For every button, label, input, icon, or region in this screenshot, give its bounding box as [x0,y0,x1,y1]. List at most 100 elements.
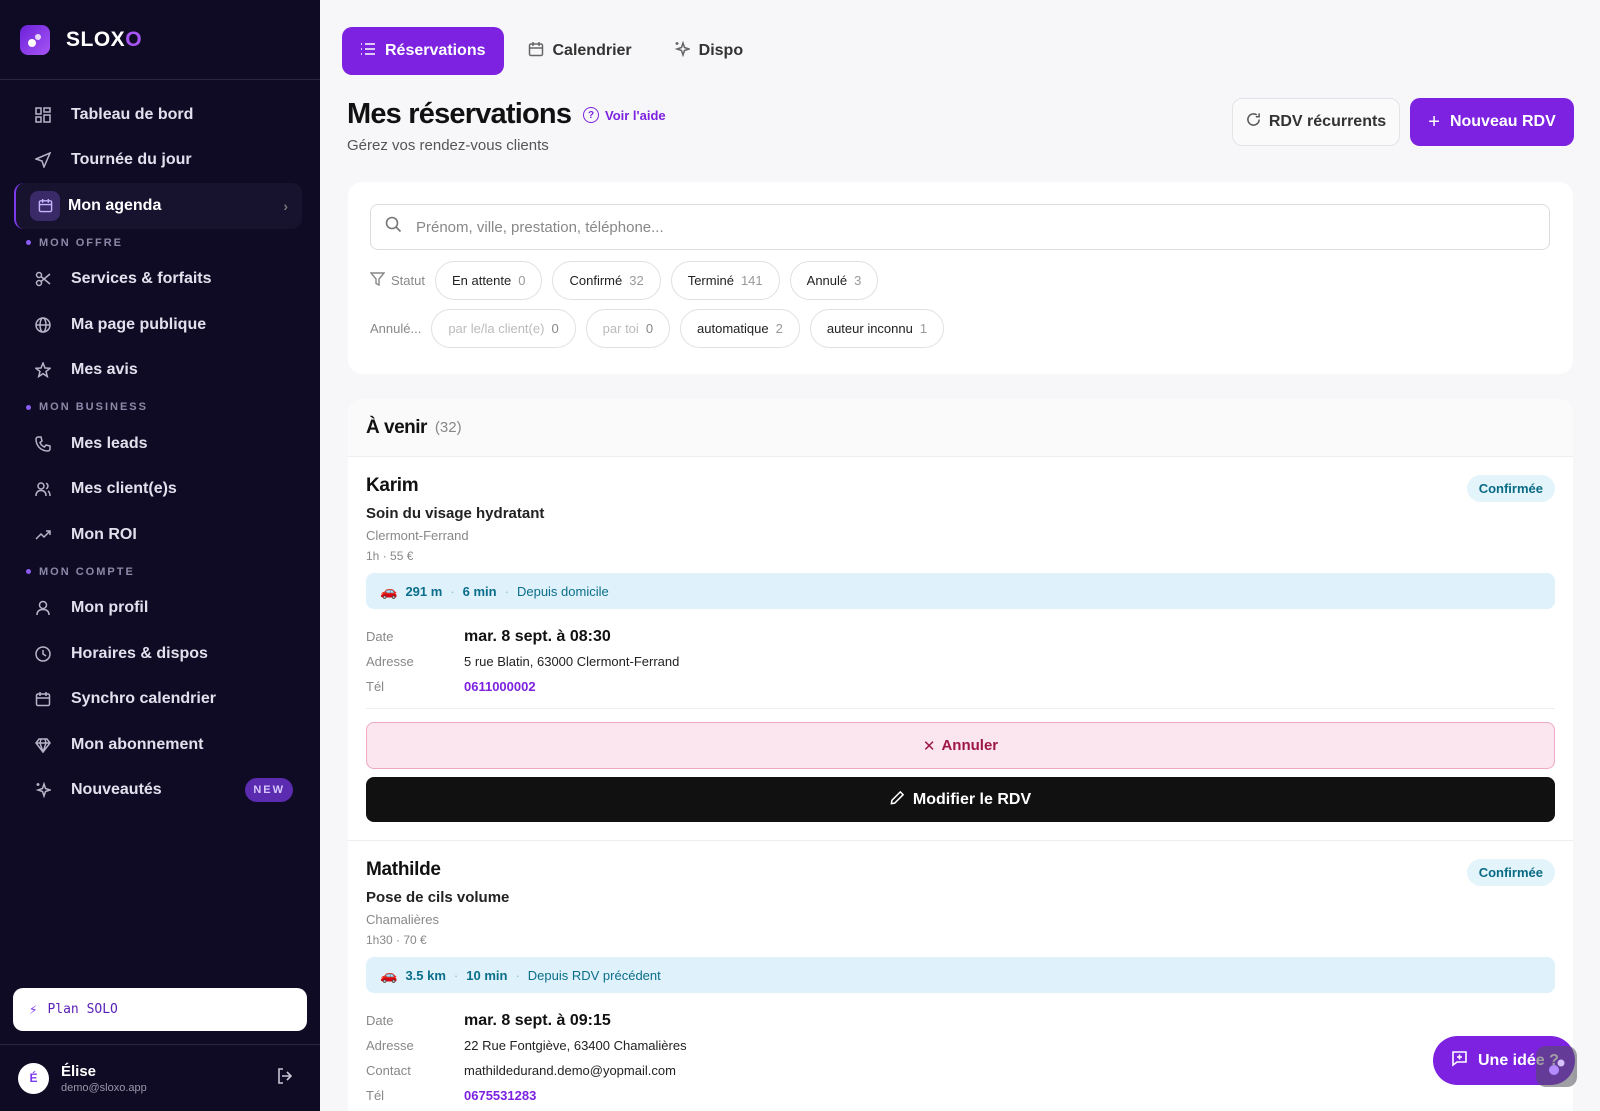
trending-up-icon [34,526,52,544]
brand[interactable]: SLOXO [0,0,320,80]
address-label: Adresse [366,1038,414,1053]
status-chip-done[interactable]: Terminé 141 [670,261,780,300]
phone-link[interactable]: 0675531283 [464,1088,536,1103]
tab-calendar[interactable]: Calendrier [510,27,650,75]
appointment-actions: ✕ Annuler Modifier le RDV [366,708,1555,840]
filter-panel: Statut En attente0 Confirmé32 Terminé141… [348,182,1573,374]
sidebar-item-subscription[interactable]: Mon abonnement [0,722,320,768]
duration-price: 1h · 55 € [366,549,414,563]
sidebar-item-calendar-sync[interactable]: Synchro calendrier [0,677,320,723]
cancel-chip-automatic[interactable]: automatique 2 [680,309,800,348]
section-title: MON OFFRE [0,229,320,257]
help-label: Voir l'aide [605,107,666,123]
sidebar-item-clients[interactable]: Mes client(e)s [0,467,320,513]
help-link[interactable]: ? Voir l'aide [583,107,666,123]
travel-info: 🚗 291 m · 6 min · Depuis domicile [366,573,1555,609]
users-icon [34,480,52,498]
appointments-list: À venir (32) Karim Confirmée Soin du vis… [348,399,1573,1111]
status-filter-row: Statut En attente 0 Confirmé 32 Terminé 141… [369,261,888,300]
sidebar-item-hours[interactable]: Horaires & dispos [0,631,320,677]
sidebar-item-dashboard[interactable]: Tableau de bord [0,92,320,138]
avatar[interactable]: É [18,1062,49,1094]
tab-label: Calendrier [552,42,632,59]
chat-widget-icon[interactable] [1536,1046,1577,1087]
section-title: MON COMPTE [0,558,320,586]
plan-label: Plan SOLO [47,1002,118,1017]
button-label: Modifier le RDV [912,790,1032,808]
plus-icon: + [1428,110,1440,133]
list-icon [360,42,376,61]
list-count: (32) [434,419,462,436]
travel-info: 🚗 3.5 km · 10 min · Depuis RDV précédent [366,957,1555,993]
edit-appointment-button[interactable]: Modifier le RDV [366,777,1555,822]
sidebar-item-label: Horaires & dispos [71,644,208,662]
button-label: Annuler [941,737,999,754]
sidebar-item-agenda[interactable]: Mon agenda › [14,183,302,229]
appointment-card[interactable]: Karim Confirmée Soin du visage hydratant… [348,457,1573,840]
travel-origin: Depuis RDV précédent [527,967,661,983]
cancel-filter-row: Annulé... par le/la client(e) 0 par toi 0 … [370,309,954,348]
search-box [370,204,1550,250]
cancel-chip-by-client[interactable]: par le/la client(e) 0 [431,309,576,348]
appointment-details: Date mar. 8 sept. à 08:30 Adresse 5 rue Bl… [366,624,1555,699]
sparkles-icon [674,40,692,62]
sidebar-item-reviews[interactable]: Mes avis [0,348,320,394]
navigation-icon [34,151,52,169]
view-tabs: Réservations Calendrier Dispo [342,27,767,75]
sidebar-item-profile[interactable]: Mon profil [0,586,320,632]
travel-origin: Depuis domicile [516,583,609,599]
list-title: À venir [366,416,427,438]
plan-button[interactable]: ⚡ Plan SOLO [13,988,307,1031]
date-label: Date [366,1013,394,1028]
scissors-icon [34,270,52,288]
sidebar-item-label: Services & forfaits [71,270,212,288]
date-value: mar. 8 sept. à 08:30 [464,627,611,645]
status-chip-cancelled[interactable]: Annulé 3 [789,261,879,300]
sidebar-item-public-page[interactable]: Ma page publique [0,302,320,348]
appointment-card[interactable]: Mathilde Confirmée Pose de cils volume C… [348,840,1573,1108]
sidebar-item-label: Nouveautés [71,781,162,799]
tab-reservations[interactable]: Réservations [342,27,504,75]
travel-distance: 3.5 km [405,967,446,983]
status-label: Statut [369,272,425,289]
calendar-icon [30,190,60,221]
sidebar-item-leads[interactable]: Mes leads [0,421,320,467]
cancel-appointment-button[interactable]: ✕ Annuler [366,722,1555,769]
travel-time: 6 min [462,583,497,599]
cancel-chip-unknown[interactable]: auteur inconnu 1 [809,309,945,348]
cancel-chip-by-you[interactable]: par toi 0 [585,309,671,348]
address-value: 5 rue Blatin, 63000 Clermont-Ferrand [464,654,680,669]
calendar-sync-icon [34,690,52,708]
phone-link[interactable]: 0611000002 [464,679,536,694]
address-value: 22 Rue Fontgiève, 63400 Chamalières [464,1038,687,1053]
sidebar-item-services[interactable]: Services & forfaits [0,257,320,303]
recurring-appointments-button[interactable]: RDV récurrents [1232,98,1400,146]
new-badge: NEW [245,778,293,803]
status-badge: Confirmée [1466,859,1555,886]
client-name: Karim [366,475,419,496]
new-appointment-button[interactable]: + Nouveau RDV [1410,98,1574,146]
tab-availability[interactable]: Dispo [656,27,761,75]
page-subtitle: Gérez vos rendez-vous clients [347,137,549,154]
status-chip-pending[interactable]: En attente 0 [434,261,543,300]
refresh-icon [1246,112,1261,132]
help-icon: ? [583,107,599,123]
logout-icon[interactable] [276,1067,294,1090]
dashboard-icon [34,106,52,124]
status-chip-confirmed[interactable]: Confirmé 32 [552,261,661,300]
service-name: Pose de cils volume [366,889,510,906]
user-name: Élise [61,1062,97,1080]
travel-time: 10 min [466,967,508,983]
sidebar-item-label: Tournée du jour [71,151,192,169]
sidebar-item-label: Mes avis [71,361,138,379]
client-city: Clermont-Ferrand [366,528,469,543]
sidebar-item-roi[interactable]: Mon ROI [0,512,320,558]
filter-icon [369,272,386,289]
search-input[interactable] [416,218,1516,236]
star-icon [34,361,52,379]
sidebar-item-label: Ma page publique [71,315,207,333]
sidebar-item-news[interactable]: Nouveautés NEW [0,768,320,814]
phone-icon [34,435,52,453]
client-city: Chamalières [366,912,439,927]
sidebar-item-tour[interactable]: Tournée du jour [0,138,320,184]
